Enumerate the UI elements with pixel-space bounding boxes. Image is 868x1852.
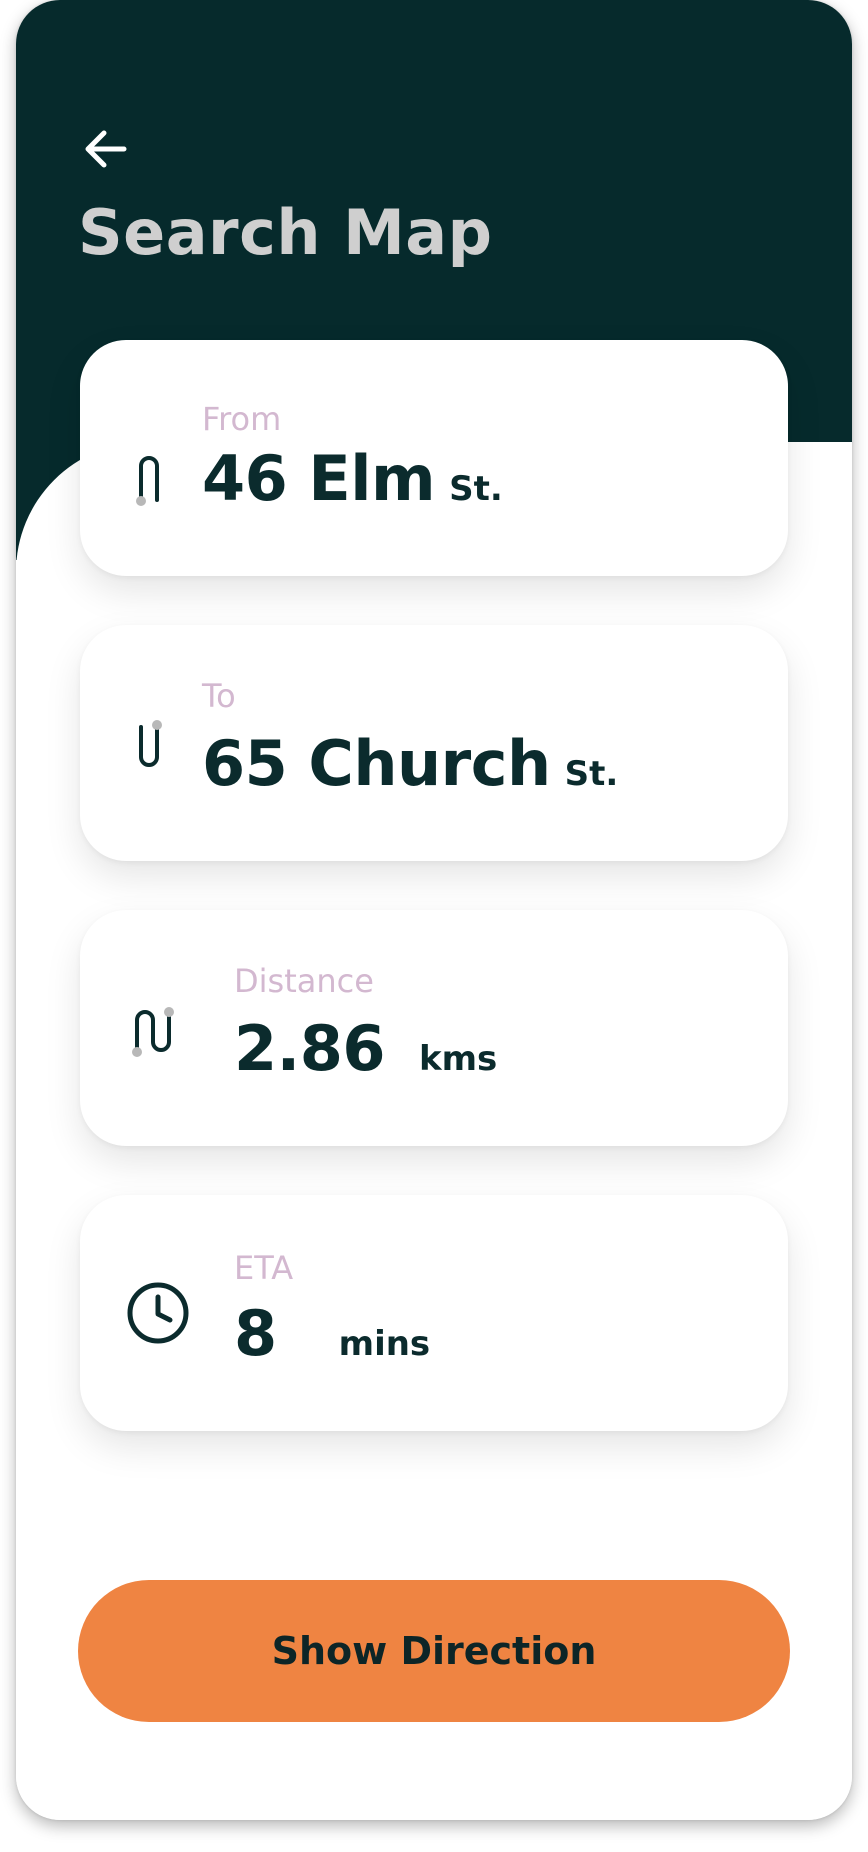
back-button[interactable] (70, 114, 140, 184)
from-label: From (202, 400, 282, 438)
distance-value: 2.86 kms (234, 1012, 497, 1085)
eta-unit: mins (338, 1324, 431, 1364)
page-title: Search Map (78, 196, 493, 269)
eta-card: ETA 8 mins (80, 1195, 788, 1431)
arrow-left-icon (85, 130, 127, 168)
eta-label: ETA (234, 1249, 294, 1287)
route-end-icon (139, 720, 162, 767)
distance-number: 2.86 (234, 1012, 385, 1085)
show-direction-button[interactable]: Show Direction (78, 1580, 790, 1722)
to-value: 65 Church St. (202, 727, 618, 800)
from-address: 46 Elm (202, 442, 436, 515)
from-value: 46 Elm St. (202, 442, 503, 515)
route-start-icon (136, 456, 159, 506)
to-street-suffix: St. (564, 754, 619, 794)
distance-unit: kms (418, 1039, 498, 1079)
clock-icon (127, 1282, 189, 1344)
app-screen: Search Map From 46 Elm St. To 65 Church … (16, 0, 852, 1820)
distance-label: Distance (234, 962, 374, 1000)
to-label: To (202, 677, 236, 715)
from-street-suffix: St. (449, 469, 503, 509)
from-card[interactable]: From 46 Elm St. (80, 340, 788, 576)
eta-number: 8 (234, 1297, 277, 1370)
route-path-icon (132, 1007, 174, 1057)
to-address: 65 Church (202, 727, 551, 800)
distance-card: Distance 2.86 kms (80, 910, 788, 1146)
eta-value: 8 mins (234, 1297, 430, 1370)
to-card[interactable]: To 65 Church St. (80, 625, 788, 861)
